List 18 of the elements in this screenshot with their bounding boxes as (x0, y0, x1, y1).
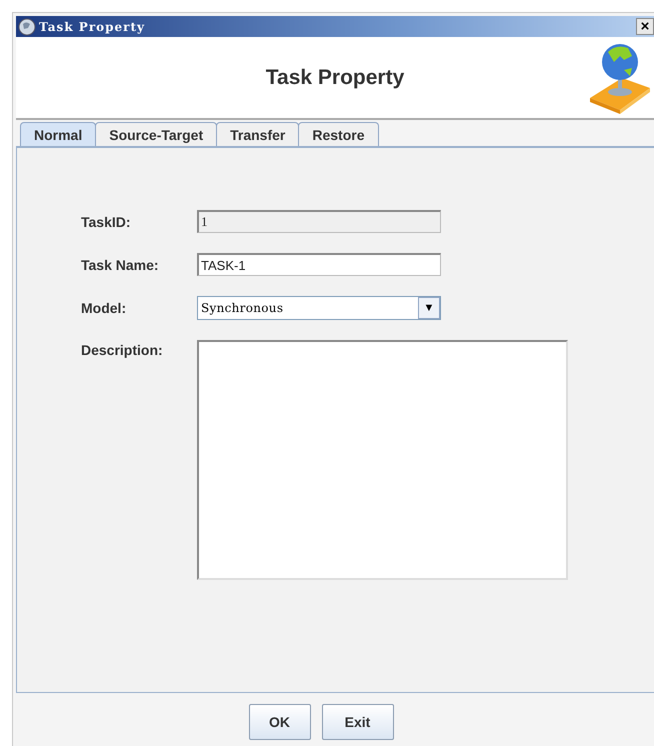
tab[interactable]: Restore (298, 122, 378, 146)
tab[interactable]: Source-Target (95, 122, 218, 146)
dialog-button[interactable]: OK (248, 704, 310, 740)
field-label: Task Name: (81, 256, 159, 272)
header-title: Task Property (266, 66, 404, 90)
tab[interactable]: Normal (20, 122, 96, 146)
field-label: Description: (81, 342, 163, 358)
tab[interactable]: Transfer (216, 122, 300, 146)
text-field[interactable]: TASK-1 (197, 253, 441, 276)
globe-icon (18, 18, 36, 36)
close-button[interactable]: × (636, 18, 654, 35)
dropdown-arrow-button[interactable]: ▼ (418, 297, 440, 319)
model-dropdown[interactable]: Synchronous ▼ (197, 296, 441, 320)
field-label: TaskID: (81, 214, 131, 230)
window-title: Task Property (39, 20, 146, 34)
dialog-button[interactable]: Exit (322, 704, 394, 740)
description-field[interactable] (197, 340, 568, 580)
field-label: Model: (81, 300, 126, 316)
